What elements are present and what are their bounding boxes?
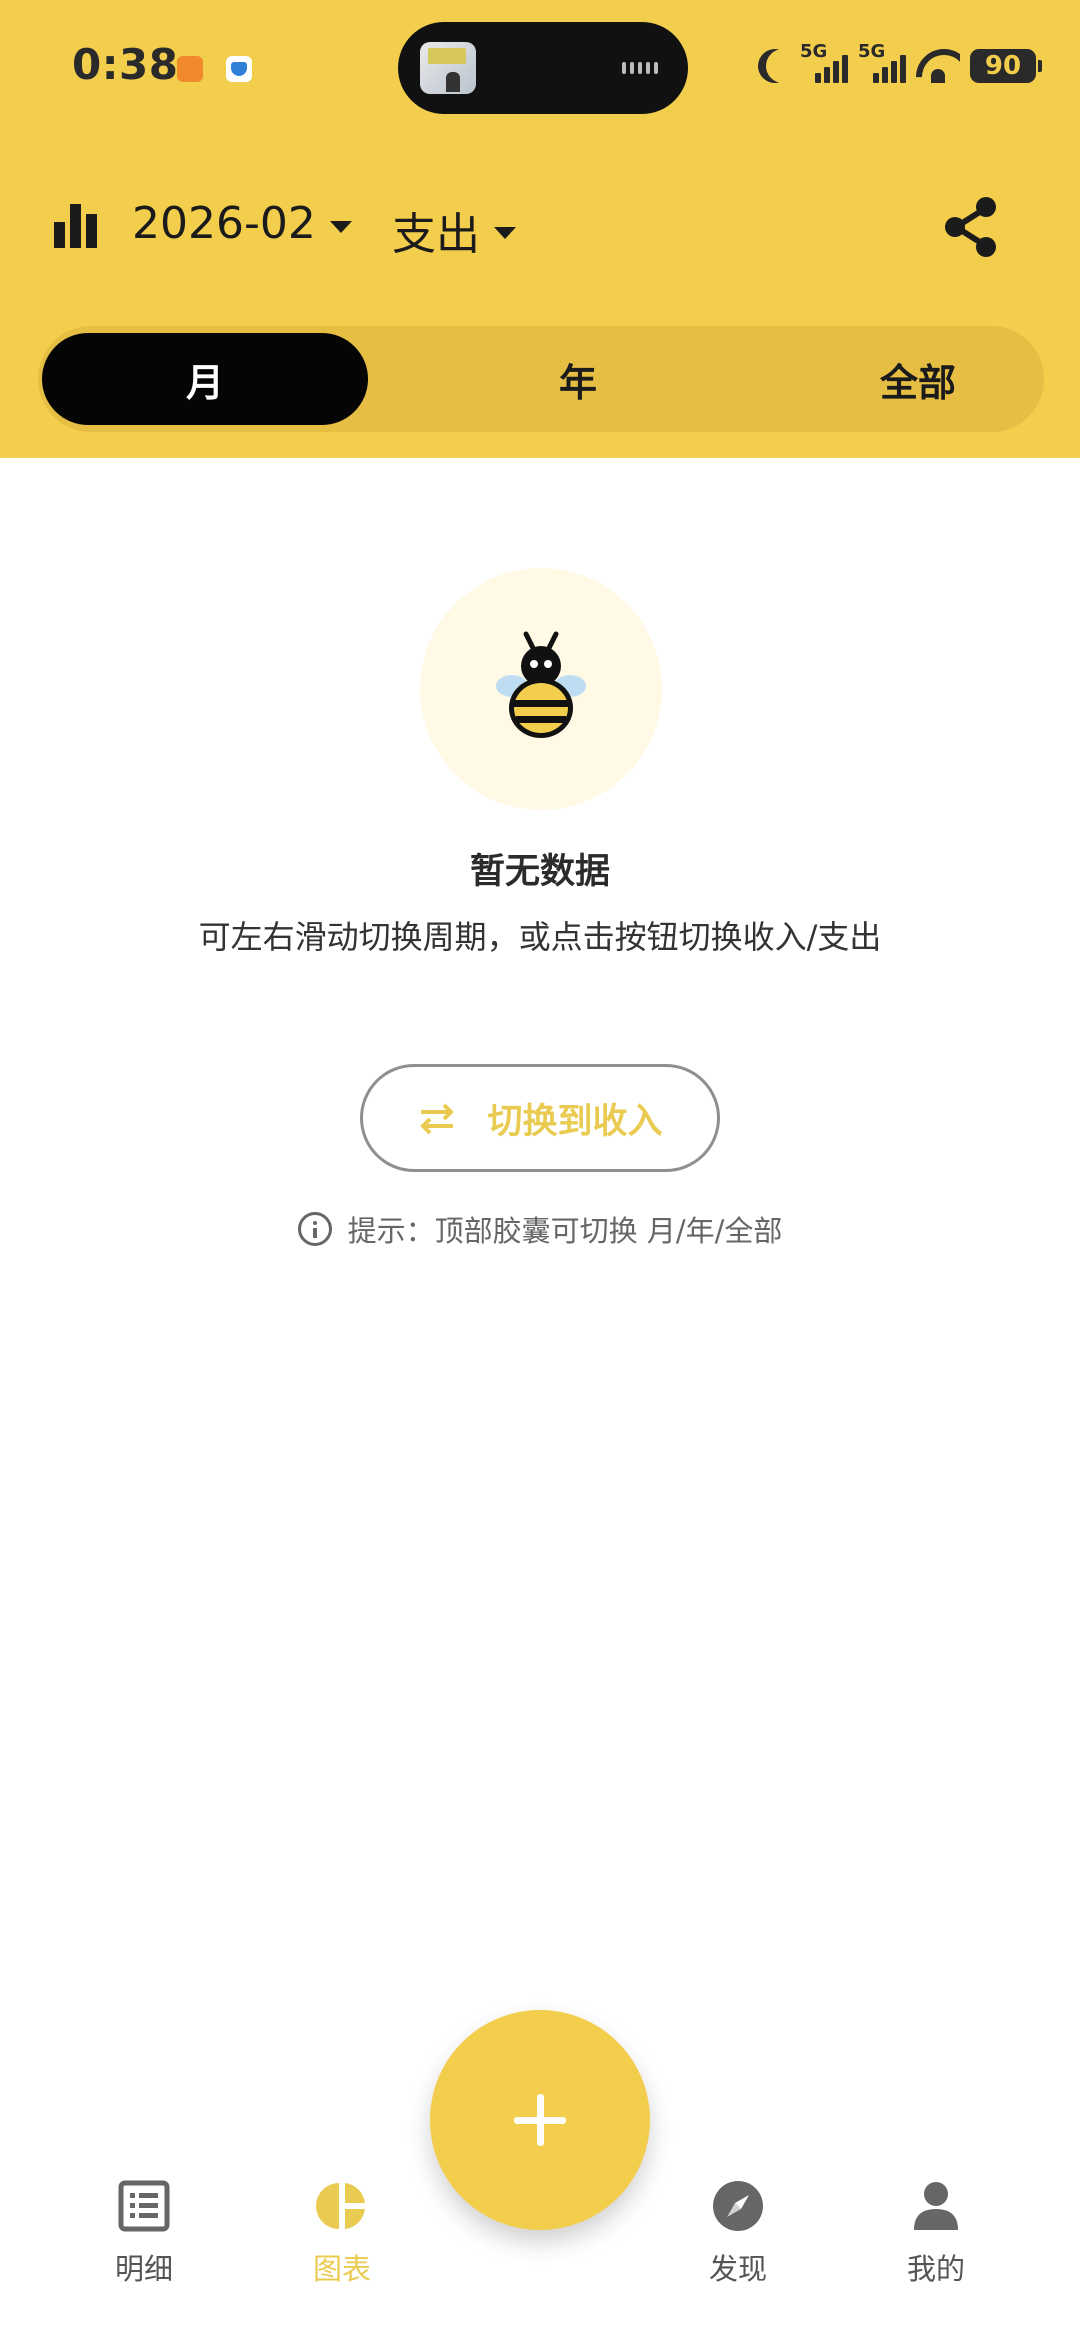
nav-label: 明细 bbox=[114, 2252, 173, 2286]
nav-item-charts[interactable]: 图表 bbox=[272, 2180, 412, 2288]
nav-item-details[interactable]: 明细 bbox=[74, 2180, 214, 2288]
bee-icon bbox=[496, 631, 586, 738]
signal-icon: 5G bbox=[800, 41, 848, 87]
empty-illustration bbox=[420, 568, 662, 810]
list-icon bbox=[118, 2180, 170, 2232]
nav-item-profile[interactable]: 我的 bbox=[866, 2180, 1006, 2288]
hint: 提示：顶部胶囊可切换 月/年/全部 bbox=[0, 1208, 1080, 1250]
switch-to-income-button[interactable]: 切换到收入 bbox=[360, 1064, 720, 1172]
bar-chart-icon[interactable] bbox=[54, 204, 100, 248]
wifi-icon bbox=[916, 49, 960, 83]
nav-label: 发现 bbox=[708, 2252, 767, 2286]
battery-icon: 90 bbox=[970, 49, 1042, 83]
dynamic-island[interactable] bbox=[398, 22, 688, 114]
tab-month[interactable]: 月 bbox=[42, 333, 368, 425]
nav-item-discover[interactable]: 发现 bbox=[668, 2180, 808, 2288]
pie-chart-icon bbox=[316, 2183, 365, 2229]
moon-icon bbox=[766, 49, 800, 83]
tab-all[interactable]: 全部 bbox=[738, 326, 1080, 432]
hint-text: 提示：顶部胶囊可切换 月/年/全部 bbox=[347, 1214, 783, 1248]
period-selector[interactable]: 2026-02 bbox=[132, 198, 352, 249]
period-label: 2026-02 bbox=[132, 198, 316, 249]
compass-icon bbox=[713, 2181, 763, 2231]
switch-button-label: 切换到收入 bbox=[487, 1101, 663, 1142]
app-notification-icon bbox=[177, 56, 203, 82]
info-icon bbox=[297, 1212, 332, 1246]
empty-description: 可左右滑动切换周期，或点击按钮切换收入/支出 bbox=[198, 918, 882, 956]
nav-label: 我的 bbox=[906, 2252, 965, 2286]
status-indicators: 5G 5G 90 bbox=[748, 36, 1042, 96]
swap-icon bbox=[420, 1103, 455, 1134]
caret-down-icon bbox=[329, 220, 352, 233]
tab-year[interactable]: 年 bbox=[398, 326, 758, 432]
period-segment-control: 月 年 全部 bbox=[38, 326, 1044, 432]
empty-title: 暂无数据 bbox=[469, 852, 610, 892]
type-label: 支出 bbox=[392, 209, 480, 260]
caret-down-icon bbox=[494, 227, 516, 239]
audio-wave-icon bbox=[622, 62, 658, 74]
share-icon[interactable] bbox=[942, 196, 1000, 258]
media-thumbnail bbox=[420, 42, 476, 94]
signal-icon: 5G bbox=[858, 41, 906, 87]
person-icon bbox=[914, 2182, 958, 2230]
add-record-button[interactable] bbox=[430, 2010, 650, 2230]
app-notification-icon bbox=[226, 56, 252, 82]
type-selector[interactable]: 支出 bbox=[392, 198, 516, 262]
status-time: 0:38 bbox=[72, 40, 179, 89]
nav-label: 图表 bbox=[312, 2252, 371, 2286]
